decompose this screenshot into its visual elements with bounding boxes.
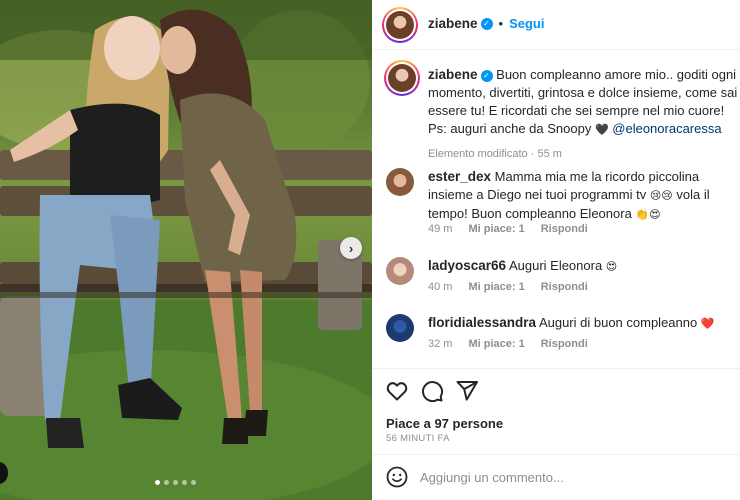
- caption-time: 55 m: [537, 148, 562, 160]
- comment-username[interactable]: floridialessandra: [428, 315, 536, 330]
- comment-input[interactable]: [420, 465, 720, 489]
- reply-button[interactable]: Rispondi: [541, 338, 588, 350]
- comment-time: 49 m: [428, 223, 453, 235]
- comment-composer: [372, 454, 740, 500]
- follow-button[interactable]: Segui: [509, 16, 544, 31]
- comment-text: floridialessandra Auguri di buon complea…: [428, 315, 715, 330]
- post-side-panel: ziabene ✓ • Segui ziabene ✓ Buon complean…: [372, 0, 740, 500]
- caption-avatar[interactable]: [384, 60, 420, 96]
- heart-icon[interactable]: [385, 379, 409, 403]
- comment-username[interactable]: ladyoscar66: [428, 258, 506, 273]
- share-icon[interactable]: [455, 379, 479, 403]
- carousel-dot: [182, 480, 187, 485]
- comment-meta: 49 m Mi piace: 1 Rispondi: [428, 223, 588, 235]
- comment-text: ester_dex Mamma mia me la ricordo piccol…: [428, 169, 710, 221]
- comment-likes[interactable]: Mi piace: 1: [468, 338, 524, 350]
- comment-meta: 40 m Mi piace: 1 Rispondi: [428, 281, 588, 293]
- love-emoji-icon: 😍: [605, 260, 618, 273]
- photo-illustration: [0, 0, 372, 500]
- sad-emoji-icon: 😢😢: [649, 189, 673, 202]
- carousel-dot: [155, 480, 160, 485]
- black-heart-icon: 🖤: [594, 123, 609, 136]
- comment-likes[interactable]: Mi piace: 1: [468, 223, 524, 235]
- red-heart-icon: ❤️: [700, 317, 715, 330]
- edited-label: Elemento modificato: [428, 148, 528, 160]
- comment-meta: 32 m Mi piace: 1 Rispondi: [428, 338, 588, 350]
- carousel-dots: [155, 480, 196, 485]
- author-avatar[interactable]: [382, 7, 418, 43]
- commenter-avatar[interactable]: [386, 168, 414, 196]
- caption-mention[interactable]: @eleonoracaressa: [612, 121, 721, 136]
- chevron-right-icon: ›: [348, 240, 354, 256]
- comment-text: ladyoscar66 Auguri Eleonora 😍: [428, 258, 618, 273]
- commenter-avatar[interactable]: [386, 314, 414, 342]
- post-time-ago: 56 MINUTI FA: [386, 433, 450, 444]
- commenter-avatar[interactable]: [386, 257, 414, 285]
- header-separator: •: [498, 16, 504, 31]
- caption-text: ziabene ✓ Buon compleanno amore mio.. god…: [428, 67, 738, 160]
- likes-count[interactable]: Piace a 97 persone: [386, 416, 503, 431]
- carousel-dot: [191, 480, 196, 485]
- comment-likes[interactable]: Mi piace: 1: [468, 281, 524, 293]
- author-username[interactable]: ziabene: [428, 16, 478, 31]
- comment-time: 40 m: [428, 281, 453, 293]
- comment-icon[interactable]: [420, 379, 444, 403]
- post-photo[interactable]: ›: [0, 0, 372, 500]
- post-header: ziabene ✓ • Segui: [372, 0, 740, 50]
- reply-button[interactable]: Rispondi: [541, 281, 588, 293]
- comment-username[interactable]: ester_dex: [428, 169, 491, 184]
- clap-love-emoji-icon: 👏😍: [635, 208, 661, 221]
- emoji-icon[interactable]: [386, 466, 408, 488]
- comment-time: 32 m: [428, 338, 453, 350]
- reply-button[interactable]: Rispondi: [541, 223, 588, 235]
- verified-icon: ✓: [480, 17, 493, 30]
- caption-username[interactable]: ziabene: [428, 67, 478, 82]
- carousel-next-button[interactable]: ›: [340, 237, 362, 259]
- verified-icon: ✓: [480, 69, 493, 82]
- carousel-dot: [173, 480, 178, 485]
- carousel-dot: [164, 480, 169, 485]
